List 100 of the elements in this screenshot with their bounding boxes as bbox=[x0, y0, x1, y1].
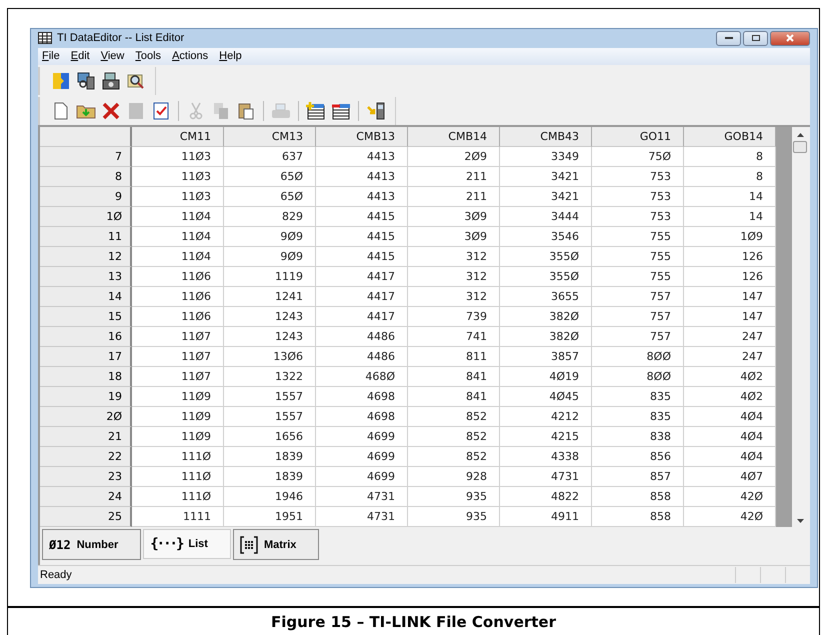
row-header[interactable]: 22 bbox=[40, 446, 132, 467]
row-header[interactable]: 19 bbox=[40, 386, 132, 407]
magnifier-icon bbox=[127, 72, 145, 90]
row-header[interactable]: 25 bbox=[40, 506, 132, 527]
table-cell: 247 bbox=[684, 326, 776, 347]
table-cell: 835 bbox=[592, 386, 684, 407]
table-cell: 1557 bbox=[224, 386, 316, 407]
row-header[interactable]: 21 bbox=[40, 426, 132, 447]
table-cell: 739 bbox=[408, 306, 500, 327]
menu-item[interactable]: File bbox=[42, 50, 60, 62]
table-cell: 1243 bbox=[224, 306, 316, 327]
table-cell: 4Ø2 bbox=[684, 366, 776, 387]
row-header[interactable]: 15 bbox=[40, 306, 132, 327]
table-cell: 1839 bbox=[224, 466, 316, 487]
row-header[interactable]: 11 bbox=[40, 226, 132, 247]
row-header[interactable]: 14 bbox=[40, 286, 132, 307]
table-cell: 4731 bbox=[316, 506, 408, 527]
table-cell: 935 bbox=[408, 506, 500, 527]
row-header[interactable]: 17 bbox=[40, 346, 132, 367]
row-header[interactable]: 12 bbox=[40, 246, 132, 267]
table-cell: 11Ø7 bbox=[132, 366, 224, 387]
table-cell: 4731 bbox=[500, 466, 592, 487]
row-header[interactable]: 24 bbox=[40, 486, 132, 507]
table-cell: 4698 bbox=[316, 386, 408, 407]
table-cell: 11Ø9 bbox=[132, 386, 224, 407]
column-header[interactable]: CMB14 bbox=[408, 126, 500, 147]
table-cell: 1946 bbox=[224, 486, 316, 507]
row-header[interactable]: 9 bbox=[40, 186, 132, 207]
table-cell: 1557 bbox=[224, 406, 316, 427]
table-cell: 4413 bbox=[316, 146, 408, 167]
copy-icon bbox=[213, 102, 229, 120]
table-cell: 4415 bbox=[316, 206, 408, 227]
table-cell: 8ØØ bbox=[592, 366, 684, 387]
menu-item[interactable]: View bbox=[100, 50, 124, 62]
table-cell: 9Ø9 bbox=[224, 246, 316, 267]
row-header[interactable]: 18 bbox=[40, 366, 132, 387]
table-cell: 11Ø6 bbox=[132, 286, 224, 307]
table-cell: 1119 bbox=[224, 266, 316, 287]
menu-item[interactable]: Edit bbox=[70, 50, 90, 62]
maximize-button[interactable] bbox=[743, 30, 768, 46]
row-header[interactable]: 7 bbox=[40, 146, 132, 167]
menu-item[interactable]: Help bbox=[219, 50, 242, 62]
column-header[interactable]: CM13 bbox=[224, 126, 316, 147]
table-cell: 4413 bbox=[316, 166, 408, 187]
table-cell: 928 bbox=[408, 466, 500, 487]
row-header[interactable]: 16 bbox=[40, 326, 132, 347]
table-cell: 312 bbox=[408, 246, 500, 267]
table-cell: 247 bbox=[684, 346, 776, 367]
tab[interactable]: {···} List bbox=[143, 529, 231, 560]
close-button[interactable] bbox=[770, 30, 810, 46]
folder-icon bbox=[76, 102, 96, 119]
table-cell: 852 bbox=[408, 446, 500, 467]
figure-caption: Figure 15 – TI-LINK File Converter bbox=[271, 612, 556, 630]
table-cell: 4215 bbox=[500, 426, 592, 447]
row-header[interactable]: 13 bbox=[40, 266, 132, 287]
table-cell: 147 bbox=[684, 286, 776, 307]
table-cell: 4338 bbox=[500, 446, 592, 467]
table-cell: 1839 bbox=[224, 446, 316, 467]
row-header[interactable]: 8 bbox=[40, 166, 132, 187]
table-cell: 4417 bbox=[316, 266, 408, 287]
table-cell: 4699 bbox=[316, 426, 408, 447]
column-header[interactable]: CM11 bbox=[132, 126, 224, 147]
table-cell: 757 bbox=[592, 306, 684, 327]
status-text: Ready bbox=[40, 569, 73, 582]
table-cell: 856 bbox=[592, 446, 684, 467]
table-cell: 4822 bbox=[500, 486, 592, 507]
table-cell: 4486 bbox=[316, 326, 408, 347]
minimize-button[interactable] bbox=[716, 30, 741, 46]
menu-item[interactable]: Actions bbox=[172, 50, 208, 62]
window-title: TI DataEditor -- List Editor bbox=[57, 32, 184, 44]
table-cell: 11Ø3 bbox=[132, 146, 224, 167]
column-header[interactable]: CMB13 bbox=[316, 126, 408, 147]
table-cell: 42Ø bbox=[684, 486, 776, 507]
tab[interactable]: Ø12 Number bbox=[42, 529, 142, 560]
header-corner[interactable] bbox=[40, 126, 132, 147]
scrollbar-thumb[interactable] bbox=[793, 140, 807, 153]
table-cell: 312 bbox=[408, 266, 500, 287]
table-cell: 1322 bbox=[224, 366, 316, 387]
row-header[interactable]: 1Ø bbox=[40, 206, 132, 227]
matrix-icon bbox=[240, 536, 258, 554]
table-cell: 8 bbox=[684, 146, 776, 167]
calculator-search-icon bbox=[77, 72, 95, 90]
table-cell: 147 bbox=[684, 306, 776, 327]
menu-item[interactable]: Tools bbox=[135, 50, 162, 62]
table-cell: 11Ø4 bbox=[132, 246, 224, 267]
column-header[interactable]: GO11 bbox=[592, 126, 684, 147]
scroll-down-icon bbox=[796, 519, 804, 524]
table-cell: 4698 bbox=[316, 406, 408, 427]
row-header[interactable]: 23 bbox=[40, 466, 132, 487]
tab[interactable]: Matrix bbox=[232, 529, 320, 560]
table-cell: 4731 bbox=[316, 486, 408, 507]
table-cell: 4911 bbox=[500, 506, 592, 527]
table-cell: 4212 bbox=[500, 406, 592, 427]
table-cell: 3546 bbox=[500, 226, 592, 247]
column-header[interactable]: GOB14 bbox=[684, 126, 776, 147]
table-cell: 4Ø4 bbox=[684, 446, 776, 467]
column-header[interactable]: CMB43 bbox=[500, 126, 592, 147]
table-cell: 1243 bbox=[224, 326, 316, 347]
row-header[interactable]: 2Ø bbox=[40, 406, 132, 427]
table-cell: 757 bbox=[592, 286, 684, 307]
